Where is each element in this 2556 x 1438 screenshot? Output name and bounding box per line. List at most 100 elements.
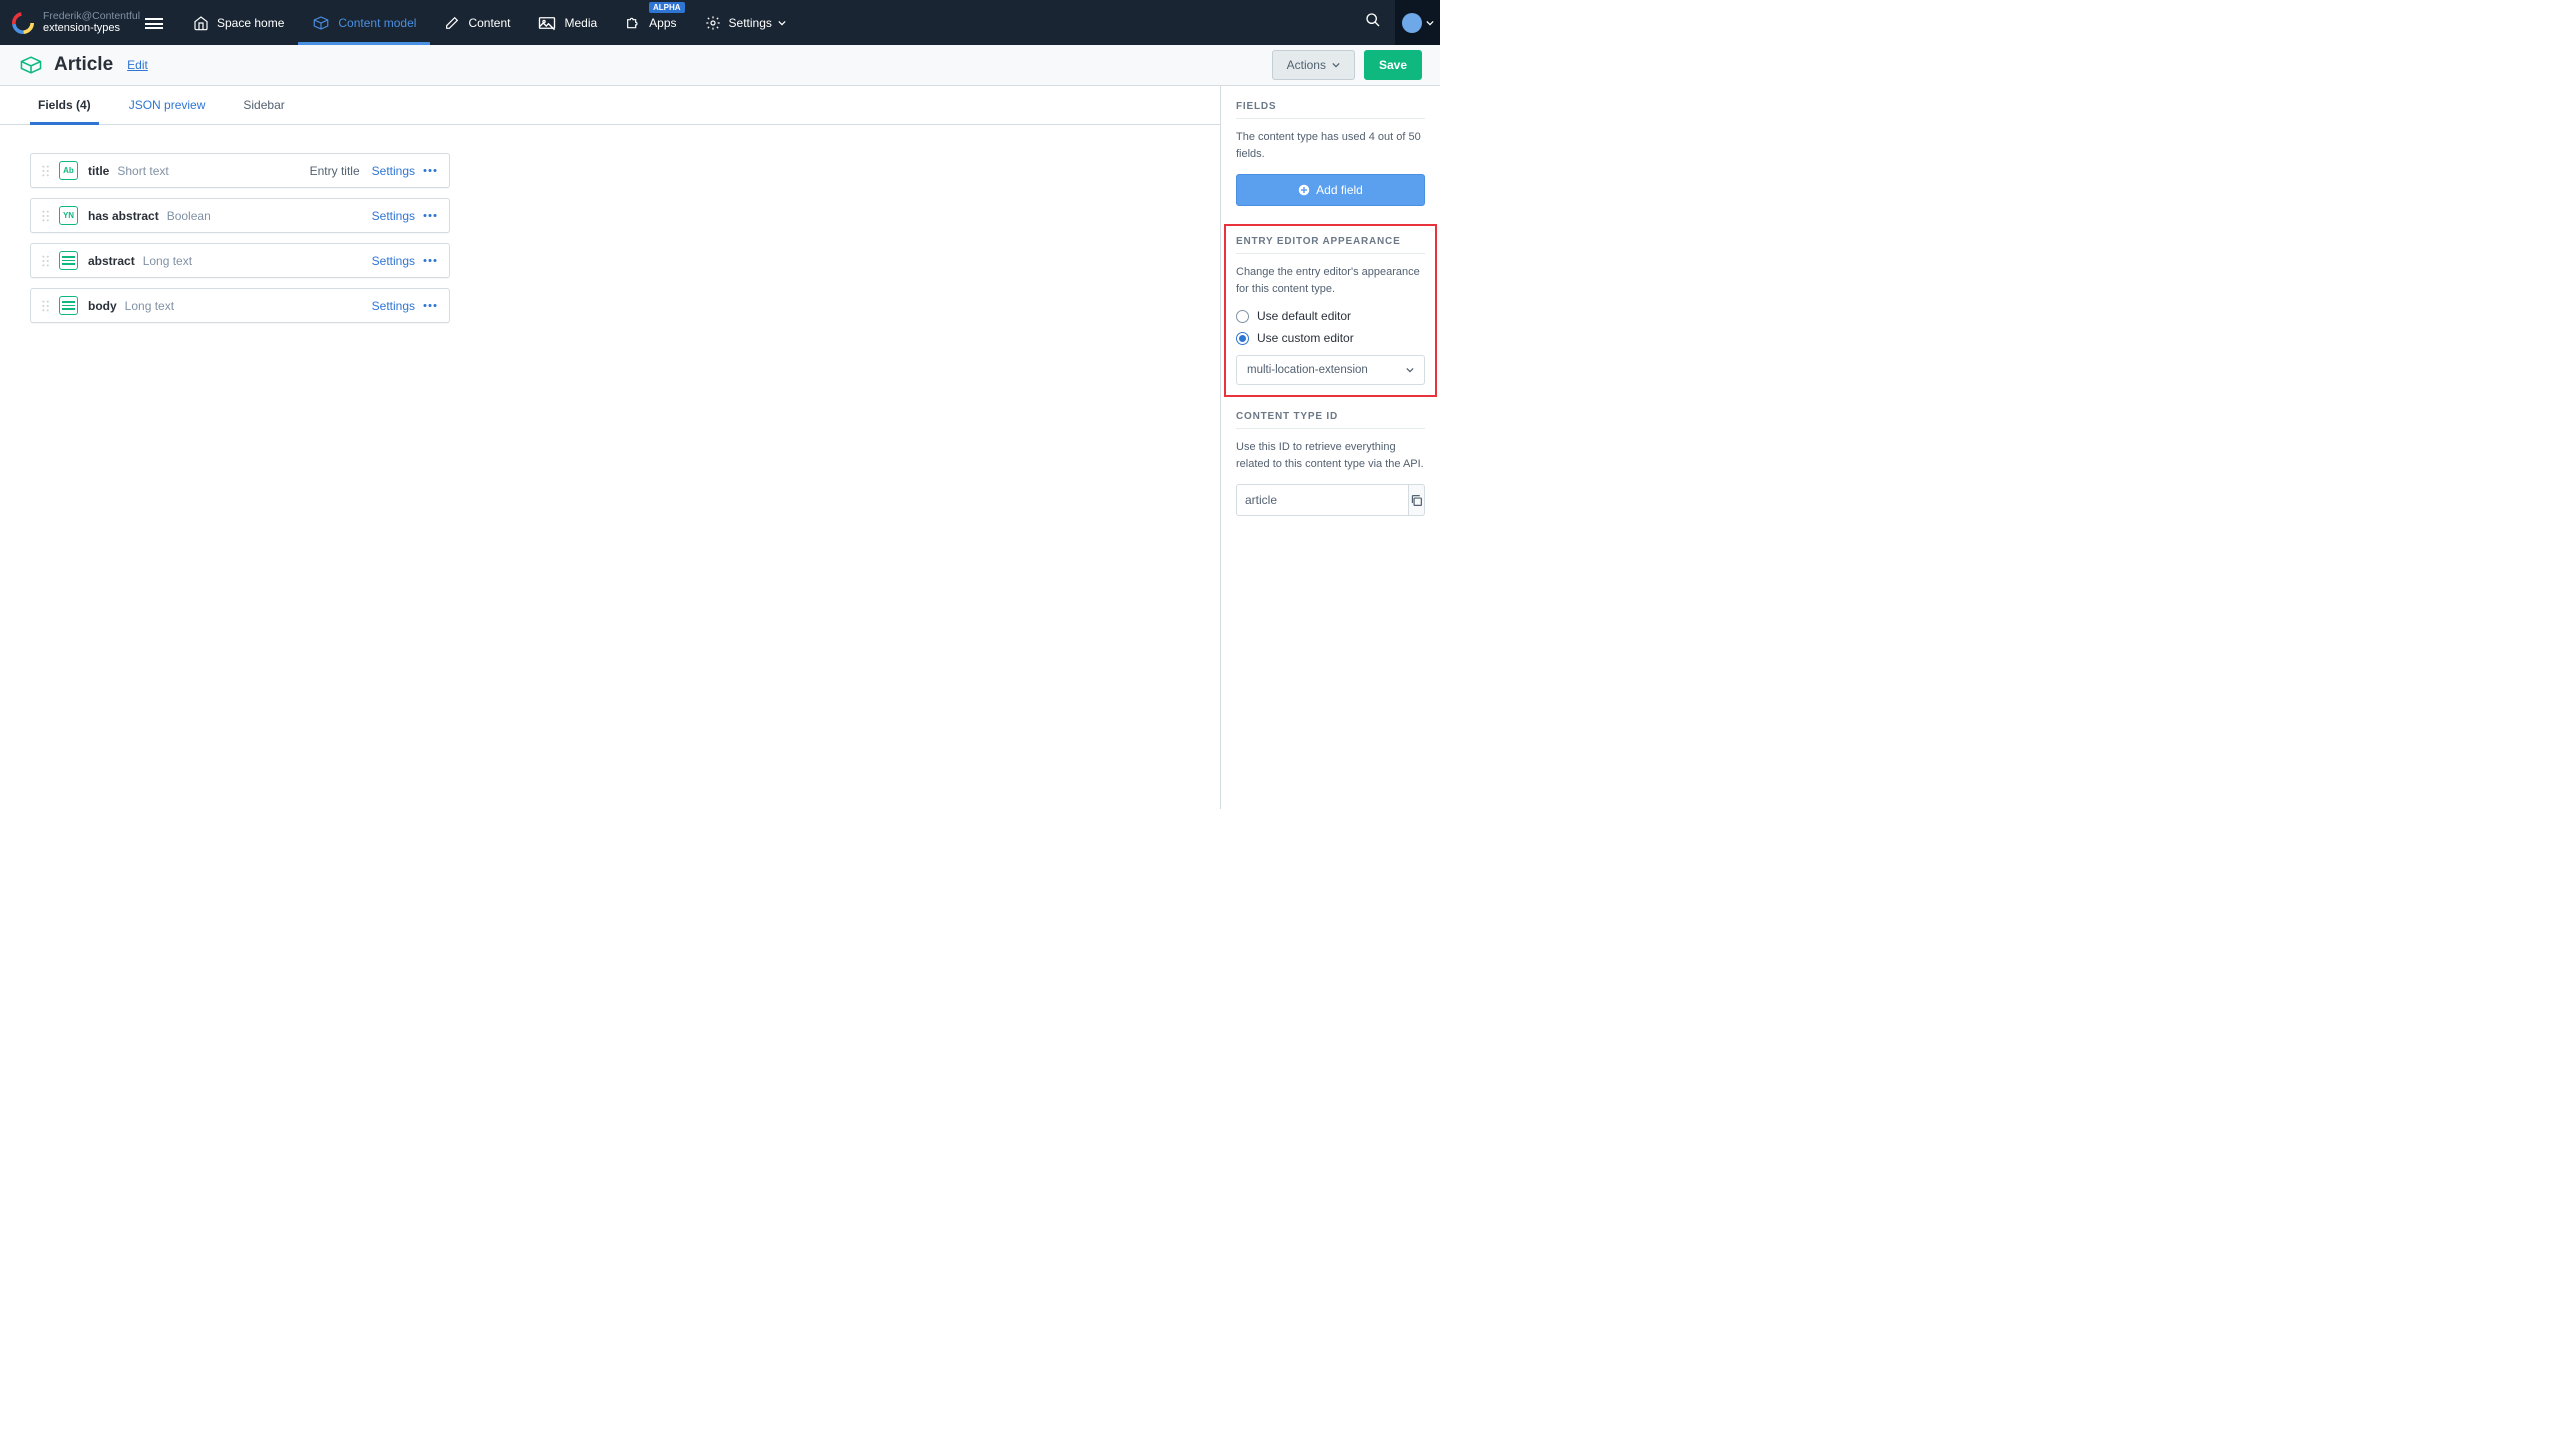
- main: Fields (4) JSON preview Sidebar Abtitle S…: [0, 86, 1440, 809]
- nav-items: Space home Content model Content Media A…: [179, 0, 800, 45]
- content-type-id-section: Content type ID Use this ID to retrieve …: [1236, 411, 1425, 516]
- field-type: Long text: [143, 254, 192, 268]
- content-type-icon: [18, 54, 44, 76]
- field-settings-link[interactable]: Settings: [372, 299, 415, 313]
- header-actions: Actions Save: [1272, 50, 1422, 80]
- avatar: [1402, 13, 1422, 33]
- nav-label: Content model: [338, 16, 416, 30]
- appearance-text: Change the entry editor's appearance for…: [1236, 264, 1425, 297]
- fields-section: Fields The content type has used 4 out o…: [1236, 101, 1425, 206]
- content-area: Fields (4) JSON preview Sidebar Abtitle S…: [0, 86, 1220, 809]
- chevron-down-icon: [778, 19, 786, 27]
- field-type: Boolean: [167, 209, 211, 223]
- tab-json-preview[interactable]: JSON preview: [121, 86, 214, 124]
- chevron-down-icon: [1426, 19, 1434, 27]
- user-menu[interactable]: [1395, 0, 1440, 45]
- field-settings-link[interactable]: Settings: [372, 254, 415, 268]
- ctid-row: [1236, 484, 1425, 516]
- field-settings-link[interactable]: Settings: [372, 209, 415, 223]
- field-name: title: [88, 164, 109, 178]
- field-row: YN has abstract Boolean Settings: [30, 198, 450, 233]
- tab-fields[interactable]: Fields (4): [30, 86, 99, 124]
- nav-settings[interactable]: Settings: [691, 0, 800, 45]
- pen-icon: [444, 15, 460, 31]
- add-field-label: Add field: [1316, 183, 1363, 197]
- nav-label: Space home: [217, 16, 284, 30]
- radio-icon: [1236, 310, 1249, 323]
- gear-icon: [705, 15, 721, 31]
- field-type: Long text: [125, 299, 174, 313]
- ctid-text: Use this ID to retrieve everything relat…: [1236, 439, 1425, 472]
- tab-sidebar[interactable]: Sidebar: [235, 86, 292, 124]
- nav-label: Content: [468, 16, 510, 30]
- chevron-down-icon: [1332, 61, 1340, 69]
- custom-editor-select[interactable]: multi-location-extension: [1236, 355, 1425, 385]
- select-value: multi-location-extension: [1247, 364, 1368, 376]
- field-name: body: [88, 299, 117, 313]
- tabs: Fields (4) JSON preview Sidebar: [0, 86, 1220, 125]
- nav-content-model[interactable]: Content model: [298, 0, 430, 45]
- add-field-button[interactable]: Add field: [1236, 174, 1425, 206]
- field-settings-link[interactable]: Settings: [372, 164, 415, 178]
- contentful-logo-icon: [12, 12, 34, 34]
- nav-label: Apps: [649, 16, 676, 30]
- field-row: Abtitle Short text Entry title Settings: [30, 153, 450, 188]
- radio-icon: [1236, 332, 1249, 345]
- puzzle-icon: [625, 15, 641, 31]
- radio-label: Use custom editor: [1257, 331, 1354, 345]
- top-nav: Frederik@Contentful extension-types Spac…: [0, 0, 1440, 45]
- space-switcher[interactable]: Frederik@Contentful extension-types: [0, 0, 179, 45]
- space-name: extension-types: [43, 22, 140, 35]
- right-sidebar: Fields The content type has used 4 out o…: [1220, 86, 1440, 809]
- field-name: abstract: [88, 254, 135, 268]
- field-row: abstract Long text Settings: [30, 243, 450, 278]
- plus-circle-icon: [1298, 184, 1310, 196]
- field-more-button[interactable]: [421, 169, 439, 172]
- longtext-icon: [59, 251, 78, 270]
- radio-custom-editor[interactable]: Use custom editor: [1236, 331, 1425, 345]
- drag-handle-icon[interactable]: [41, 209, 51, 223]
- space-info: Frederik@Contentful extension-types: [43, 10, 140, 36]
- appearance-heading: Entry editor appearance: [1236, 236, 1425, 254]
- actions-label: Actions: [1287, 58, 1326, 72]
- fields-heading: Fields: [1236, 101, 1425, 119]
- nav-space-home[interactable]: Space home: [179, 0, 298, 45]
- page-header: Article Edit Actions Save: [0, 45, 1440, 86]
- user-name: Frederik@Contentful: [43, 10, 140, 23]
- fields-count-text: The content type has used 4 out of 50 fi…: [1236, 129, 1425, 162]
- field-type-icon: Ab: [59, 161, 78, 180]
- field-more-button[interactable]: [421, 304, 439, 307]
- drag-handle-icon[interactable]: [41, 164, 51, 178]
- nav-right: [1351, 0, 1440, 45]
- fields-list: Abtitle Short text Entry title Settings YN ha…: [0, 125, 480, 361]
- field-type-icon: YN: [59, 206, 78, 225]
- actions-button[interactable]: Actions: [1272, 50, 1355, 80]
- image-icon: [538, 15, 556, 31]
- ctid-input[interactable]: [1236, 484, 1409, 516]
- save-button[interactable]: Save: [1364, 50, 1422, 80]
- edit-link[interactable]: Edit: [127, 58, 148, 72]
- field-row: body Long text Settings: [30, 288, 450, 323]
- field-type: Short text: [117, 164, 168, 178]
- drag-handle-icon[interactable]: [41, 299, 51, 313]
- copy-icon: [1410, 494, 1423, 507]
- chevron-down-icon: [1406, 366, 1414, 374]
- copy-button[interactable]: [1409, 484, 1425, 516]
- field-name: has abstract: [88, 209, 159, 223]
- search-button[interactable]: [1351, 12, 1395, 33]
- drag-handle-icon[interactable]: [41, 254, 51, 268]
- field-more-button[interactable]: [421, 214, 439, 217]
- nav-label: Settings: [729, 16, 772, 30]
- nav-content[interactable]: Content: [430, 0, 524, 45]
- nav-media[interactable]: Media: [524, 0, 611, 45]
- field-extra: Entry title: [310, 164, 360, 178]
- menu-icon[interactable]: [145, 16, 163, 30]
- radio-default-editor[interactable]: Use default editor: [1236, 309, 1425, 323]
- ctid-heading: Content type ID: [1236, 411, 1425, 429]
- field-more-button[interactable]: [421, 259, 439, 262]
- home-icon: [193, 15, 209, 31]
- page-title: Article: [54, 54, 113, 76]
- alpha-badge: ALPHA: [649, 2, 685, 13]
- radio-group: Use default editor Use custom editor: [1236, 309, 1425, 345]
- nav-apps[interactable]: ALPHA Apps: [611, 0, 690, 45]
